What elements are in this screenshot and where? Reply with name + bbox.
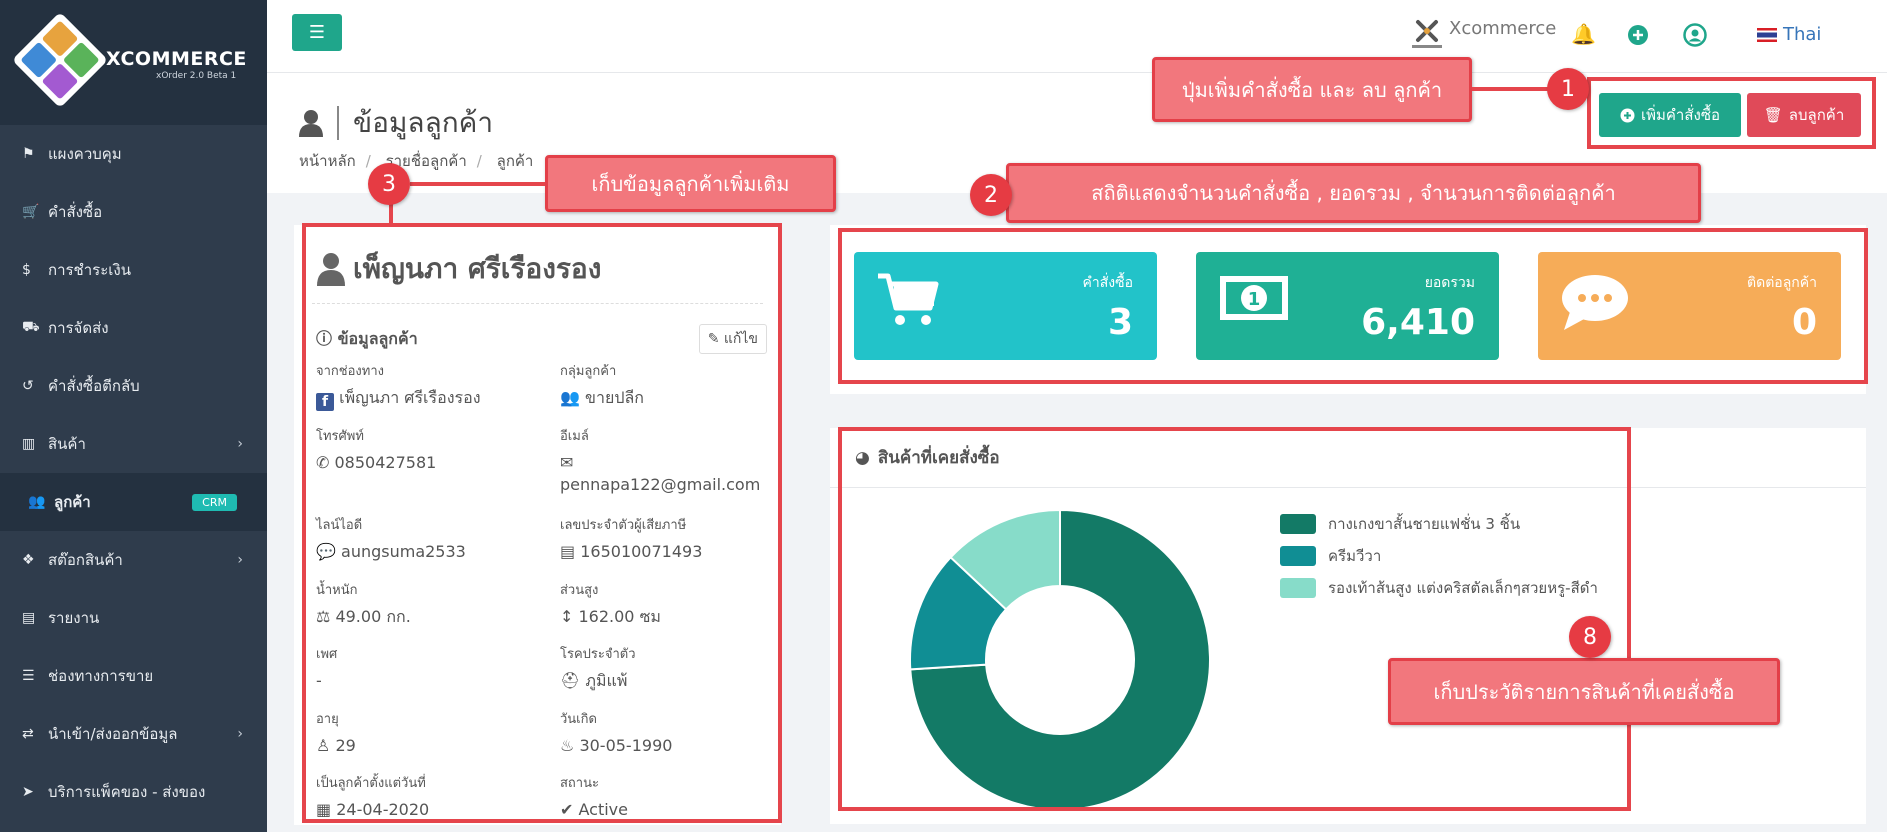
sidebar-item-customers[interactable]: 👥 ลูกค้า CRM bbox=[0, 473, 267, 531]
list-icon: ☰ bbox=[308, 22, 326, 43]
thai-flag-icon bbox=[1757, 27, 1777, 42]
annotation-label-2: สถิติแสดงจำนวนคำสั่งซื้อ , ยอดรวม , จำนว… bbox=[1006, 163, 1701, 223]
sidebar-menu: ⚑ แผงควบคุม 🛒 คำสั่งซื้อ $ การชำระเงิน ⛟ การ… bbox=[0, 125, 267, 821]
annotation-box-1 bbox=[1587, 77, 1876, 149]
sidebar: XCOMMERCE xOrder 2.0 Beta 1 ⚑ แผงควบคุม 🛒… bbox=[0, 0, 267, 832]
annotation-number-2: 2 bbox=[970, 174, 1012, 216]
topbar-brand: Xcommerce bbox=[1449, 18, 1557, 39]
language-selector[interactable]: Thai bbox=[1757, 24, 1821, 45]
undo-icon: ↺ bbox=[22, 378, 34, 394]
annotation-box-3 bbox=[302, 223, 782, 823]
bell-icon[interactable]: 🔔 bbox=[1571, 22, 1596, 46]
list-icon: ☰ bbox=[22, 668, 35, 684]
language-label: Thai bbox=[1783, 24, 1822, 45]
annotation-box-8 bbox=[838, 427, 1631, 811]
brand-version: xOrder 2.0 Beta 1 bbox=[156, 71, 237, 81]
sidebar-item-stock[interactable]: ❖ สต๊อกสินค้า › bbox=[0, 531, 267, 589]
sidebar-item-orders[interactable]: 🛒 คำสั่งซื้อ bbox=[0, 183, 267, 241]
sidebar-item-label: คำสั่งซื้อ bbox=[48, 203, 103, 221]
annotation-number-8: 8 bbox=[1569, 616, 1611, 658]
page-title-text: ข้อมูลลูกค้า bbox=[353, 106, 494, 139]
xcommerce-small-logo-icon bbox=[1412, 20, 1442, 48]
sidebar-item-label: การจัดส่ง bbox=[48, 319, 109, 337]
sidebar-item-products[interactable]: ▥ สินค้า › bbox=[0, 415, 267, 473]
breadcrumb: หน้าหลัก / รายชื่อลูกค้า / ลูกค้า bbox=[299, 152, 534, 170]
topbar: ☰ Xcommerce 🔔 Thai bbox=[267, 0, 1887, 73]
sidebar-item-packing[interactable]: ➤ บริการแพ็คของ - ส่งของ bbox=[0, 763, 267, 821]
brand-area[interactable]: XCOMMERCE xOrder 2.0 Beta 1 bbox=[0, 0, 267, 125]
page-title: ข้อมูลลูกค้า bbox=[299, 101, 493, 145]
breadcrumb-customer: ลูกค้า bbox=[496, 152, 534, 170]
sidebar-item-dashboard[interactable]: ⚑ แผงควบคุม bbox=[0, 125, 267, 183]
user-icon bbox=[299, 110, 323, 137]
barcode-icon: ▥ bbox=[22, 436, 36, 452]
dollar-icon: $ bbox=[22, 262, 31, 278]
sidebar-item-label: ช่องทางการขาย bbox=[48, 667, 154, 685]
brand-name: XCOMMERCE bbox=[106, 48, 247, 70]
sidebar-item-label: คำสั่งซื้อตีกลับ bbox=[48, 377, 140, 395]
bar-chart-icon: ▤ bbox=[22, 610, 36, 626]
truck-icon: ⛟ bbox=[22, 319, 40, 335]
annotation-number-3: 3 bbox=[368, 163, 410, 205]
annotation-number-1: 1 bbox=[1547, 68, 1589, 110]
annotation-box-2 bbox=[838, 228, 1868, 384]
cubes-icon: ❖ bbox=[22, 552, 35, 568]
sidebar-item-label: แผงควบคุม bbox=[48, 145, 122, 163]
exchange-icon: ⇄ bbox=[22, 726, 34, 742]
sidebar-item-label: รายงาน bbox=[48, 609, 100, 627]
sidebar-item-label: สต๊อกสินค้า bbox=[48, 551, 123, 569]
flag-icon: ⚑ bbox=[22, 146, 35, 162]
sidebar-item-label: นำเข้า/ส่งออกข้อมูล bbox=[48, 725, 178, 743]
annotation-label-8: เก็บประวัติรายการสินค้าที่เคยสั่งซื้อ bbox=[1388, 658, 1780, 725]
sidebar-item-returns[interactable]: ↺ คำสั่งซื้อตีกลับ bbox=[0, 357, 267, 415]
send-icon: ➤ bbox=[22, 784, 34, 800]
sidebar-item-reports[interactable]: ▤ รายงาน bbox=[0, 589, 267, 647]
xcommerce-logo-icon bbox=[11, 11, 109, 109]
chevron-right-icon: › bbox=[237, 436, 243, 452]
user-circle-icon[interactable] bbox=[1683, 23, 1707, 47]
users-icon: 👥 bbox=[28, 494, 46, 510]
breadcrumb-home[interactable]: หน้าหลัก bbox=[299, 152, 356, 170]
sidebar-item-import-export[interactable]: ⇄ นำเข้า/ส่งออกข้อมูล › bbox=[0, 705, 267, 763]
annotation-label-3: เก็บข้อมูลลูกค้าเพิ่มเติม bbox=[545, 155, 836, 212]
sidebar-item-payment[interactable]: $ การชำระเงิน bbox=[0, 241, 267, 299]
annotation-label-1: ปุ่มเพิ่มคำสั่งซื้อ และ ลบ ลูกค้า bbox=[1152, 57, 1472, 122]
sidebar-item-label: การชำระเงิน bbox=[48, 261, 131, 279]
plus-circle-icon[interactable] bbox=[1627, 24, 1649, 46]
title-divider bbox=[337, 106, 339, 140]
chevron-right-icon: › bbox=[237, 552, 243, 568]
sidebar-item-shipping[interactable]: ⛟ การจัดส่ง bbox=[0, 299, 267, 357]
chevron-right-icon: › bbox=[237, 726, 243, 742]
sidebar-item-channels[interactable]: ☰ ช่องทางการขาย bbox=[0, 647, 267, 705]
cart-icon: 🛒 bbox=[22, 204, 40, 220]
menu-toggle-button[interactable]: ☰ bbox=[292, 14, 342, 51]
sidebar-item-label: ลูกค้า bbox=[54, 493, 91, 511]
sidebar-item-label: บริการแพ็คของ - ส่งของ bbox=[48, 783, 206, 801]
crm-badge: CRM bbox=[192, 493, 237, 511]
sidebar-item-label: สินค้า bbox=[48, 435, 86, 453]
